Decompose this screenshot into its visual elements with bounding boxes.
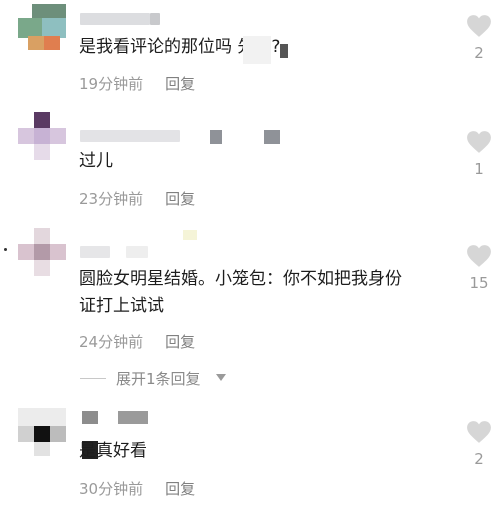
like-button[interactable]: 1 — [464, 130, 494, 178]
comment-text: 是真好看 — [79, 441, 147, 461]
dot-mark — [4, 248, 7, 251]
like-button[interactable]: 2 — [464, 420, 494, 468]
timestamp: 19分钟前 — [79, 75, 144, 93]
comment-1: 是我看评论的那位吗 先生? 19分钟前 回复 2 — [0, 0, 500, 110]
comment-text-line2: 证打上试试 — [79, 296, 164, 316]
timestamp: 23分钟前 — [79, 190, 144, 208]
timestamp: 30分钟前 — [79, 480, 144, 498]
timestamp: 24分钟前 — [79, 333, 144, 351]
username-blurred — [82, 411, 98, 424]
like-button[interactable]: 15 — [464, 244, 494, 292]
divider-line — [80, 378, 106, 379]
reply-button[interactable]: 回复 — [165, 480, 195, 498]
username-blurred — [150, 13, 160, 25]
heart-outline-icon — [467, 131, 491, 153]
comment-3: 圆脸女明星结婚。小笼包：你不如把我身份 证打上试试 24分钟前 回复 15 — [0, 220, 500, 400]
comment-4: 是真好看 30分钟前 回复 2 — [0, 400, 500, 509]
comment-meta: 24分钟前 回复 — [79, 331, 195, 352]
comment-text: 过儿 — [79, 151, 113, 171]
username-blurred — [118, 411, 148, 424]
comment-meta: 23分钟前 回复 — [79, 188, 195, 209]
comment-meta: 19分钟前 回复 — [79, 73, 195, 94]
like-count: 15 — [469, 274, 489, 292]
comment-meta: 30分钟前 回复 — [79, 478, 195, 499]
like-count: 2 — [474, 450, 484, 468]
mosaic-blur — [183, 230, 197, 240]
like-count: 2 — [474, 44, 484, 62]
like-count: 1 — [474, 160, 484, 178]
expand-replies-label: 展开1条回复 — [116, 370, 201, 388]
username-blurred — [80, 130, 180, 142]
username-blurred — [210, 130, 222, 144]
username-blurred — [264, 130, 280, 144]
reply-button[interactable]: 回复 — [165, 333, 195, 351]
heart-outline-icon — [467, 15, 491, 37]
avatar[interactable] — [18, 228, 66, 276]
heart-outline-icon — [467, 245, 491, 267]
mosaic-blur — [243, 36, 271, 64]
avatar[interactable] — [18, 112, 66, 160]
mosaic-blur — [280, 44, 288, 58]
comment-2: 过儿 23分钟前 回复 1 — [0, 110, 500, 220]
caret-down-icon — [216, 374, 226, 381]
username-blurred — [126, 246, 148, 258]
username-blurred — [80, 13, 150, 25]
username-blurred — [80, 246, 110, 258]
reply-button[interactable]: 回复 — [165, 75, 195, 93]
heart-outline-icon — [467, 421, 491, 443]
avatar[interactable] — [18, 4, 66, 52]
like-button[interactable]: 2 — [464, 14, 494, 62]
avatar[interactable] — [18, 408, 66, 456]
reply-button[interactable]: 回复 — [165, 190, 195, 208]
